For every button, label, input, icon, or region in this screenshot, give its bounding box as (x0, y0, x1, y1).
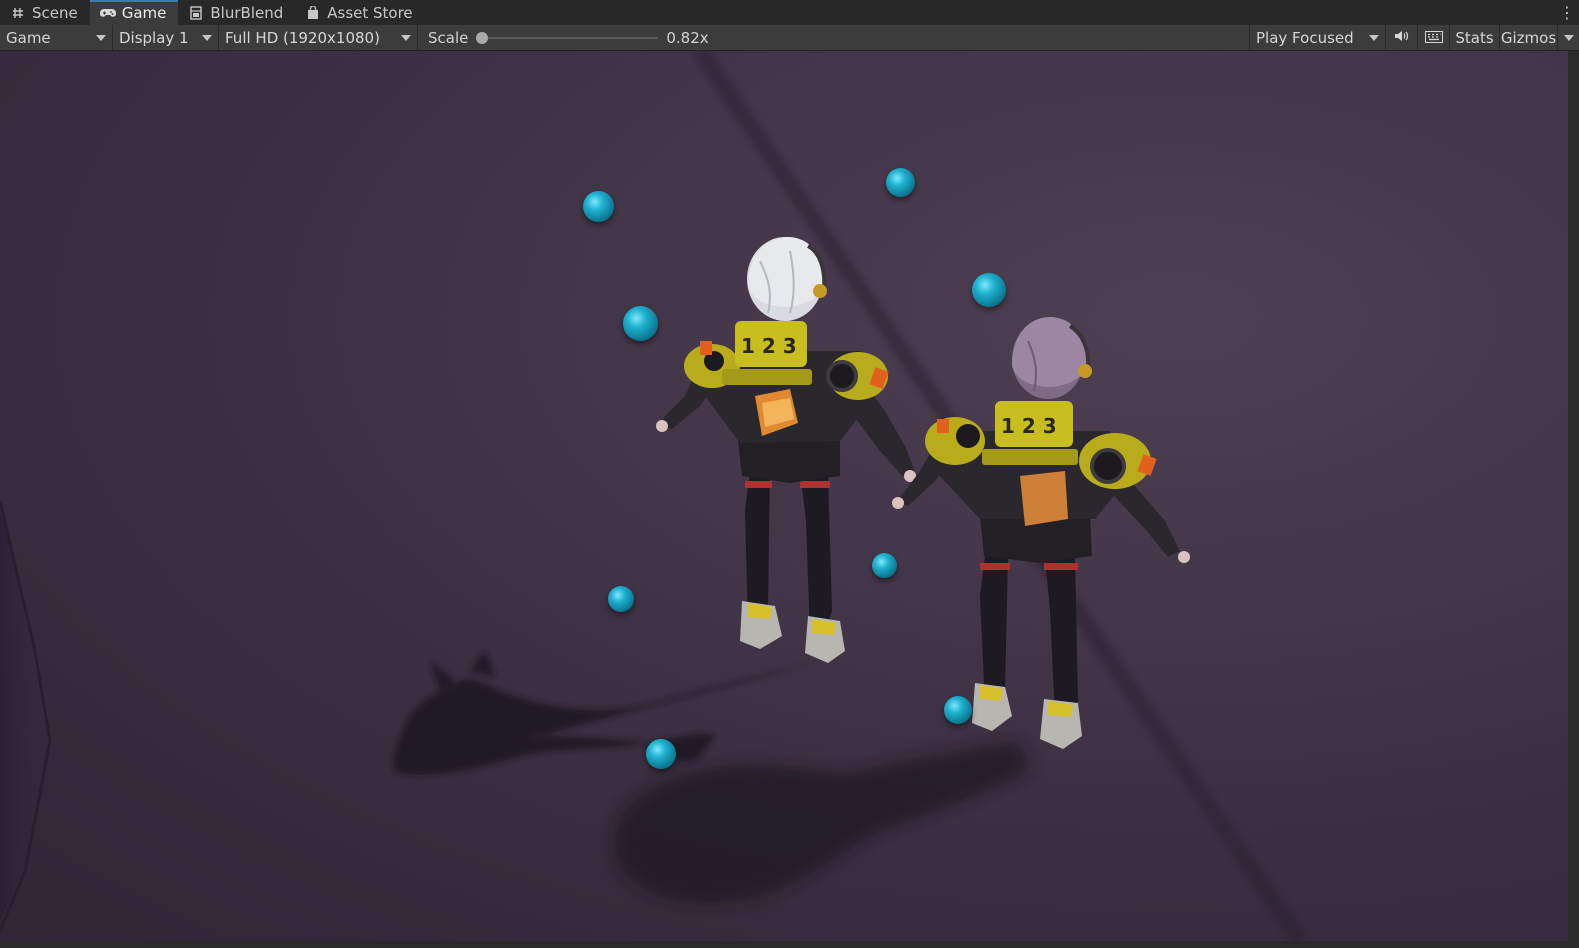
vertical-scrollbar[interactable] (1568, 51, 1579, 941)
view-type-value: Game (6, 28, 51, 47)
chevron-down-icon (96, 34, 106, 41)
window-tab-bar: Scene Game BlurBlend Asset Store ⋮ (0, 0, 1579, 25)
play-mode-value: Play Focused (1256, 28, 1354, 47)
gizmos-label: Gizmos (1500, 28, 1557, 47)
stats-button[interactable]: Stats (1449, 25, 1499, 50)
gizmos-button[interactable]: Gizmos (1499, 25, 1557, 50)
hash-icon (10, 5, 26, 21)
scale-label: Scale (428, 28, 469, 47)
game-scene-render: 1 2 3 1 2 3 (0, 51, 1307, 941)
scale-slider-thumb[interactable] (476, 31, 489, 44)
play-mode-dropdown[interactable]: Play Focused (1249, 25, 1385, 50)
display-value: Display 1 (119, 28, 189, 47)
speaker-icon (1394, 29, 1410, 47)
tab-game[interactable]: Game (89, 0, 179, 25)
tab-scene[interactable]: Scene (0, 0, 90, 25)
sphere (972, 273, 1006, 307)
view-type-dropdown[interactable]: Game (0, 25, 113, 50)
scale-value: 0.82x (666, 28, 709, 47)
chevron-down-icon (401, 34, 411, 41)
tab-blurblend[interactable]: BlurBlend (178, 0, 295, 25)
stats-label: Stats (1455, 28, 1494, 47)
horizontal-scrollbar[interactable] (0, 941, 1579, 948)
sphere (646, 739, 676, 769)
tab-game-label: Game (121, 3, 167, 22)
tab-asset-store[interactable]: Asset Store (295, 0, 424, 25)
game-view-toolbar: Game Display 1 Full HD (1920x1080) Scale… (0, 25, 1579, 51)
bag-icon (305, 5, 321, 21)
resolution-dropdown[interactable]: Full HD (1920x1080) (219, 25, 418, 50)
more-options-icon[interactable]: ⋮ (1555, 0, 1579, 25)
scale-control: Scale 0.82x (418, 25, 719, 50)
chevron-down-icon (1369, 34, 1379, 41)
chevron-down-icon (202, 34, 212, 41)
mute-audio-button[interactable] (1385, 25, 1417, 50)
character-right: 1 2 3 (892, 316, 1190, 749)
sphere (623, 306, 658, 341)
window-icon (188, 5, 204, 21)
chevron-down-icon (1563, 34, 1574, 41)
tab-blurblend-label: BlurBlend (210, 3, 284, 22)
resolution-value: Full HD (1920x1080) (225, 28, 380, 47)
sphere (872, 553, 897, 578)
keyboard-shortcuts-button[interactable] (1417, 25, 1449, 50)
game-viewport[interactable]: 1 2 3 1 2 3 (0, 51, 1568, 941)
svg-text:1 2 3: 1 2 3 (741, 334, 797, 358)
svg-text:1 2 3: 1 2 3 (1001, 414, 1057, 438)
sphere (583, 191, 614, 222)
gamepad-icon (99, 5, 116, 21)
sphere (944, 696, 972, 724)
tab-scene-label: Scene (32, 3, 78, 22)
scale-slider[interactable] (476, 31, 659, 45)
tab-asset-store-label: Asset Store (327, 3, 413, 22)
keyboard-icon (1424, 29, 1443, 47)
display-dropdown[interactable]: Display 1 (113, 25, 219, 50)
sphere (886, 168, 915, 197)
gizmos-dropdown[interactable] (1557, 25, 1579, 50)
sphere (608, 586, 634, 612)
